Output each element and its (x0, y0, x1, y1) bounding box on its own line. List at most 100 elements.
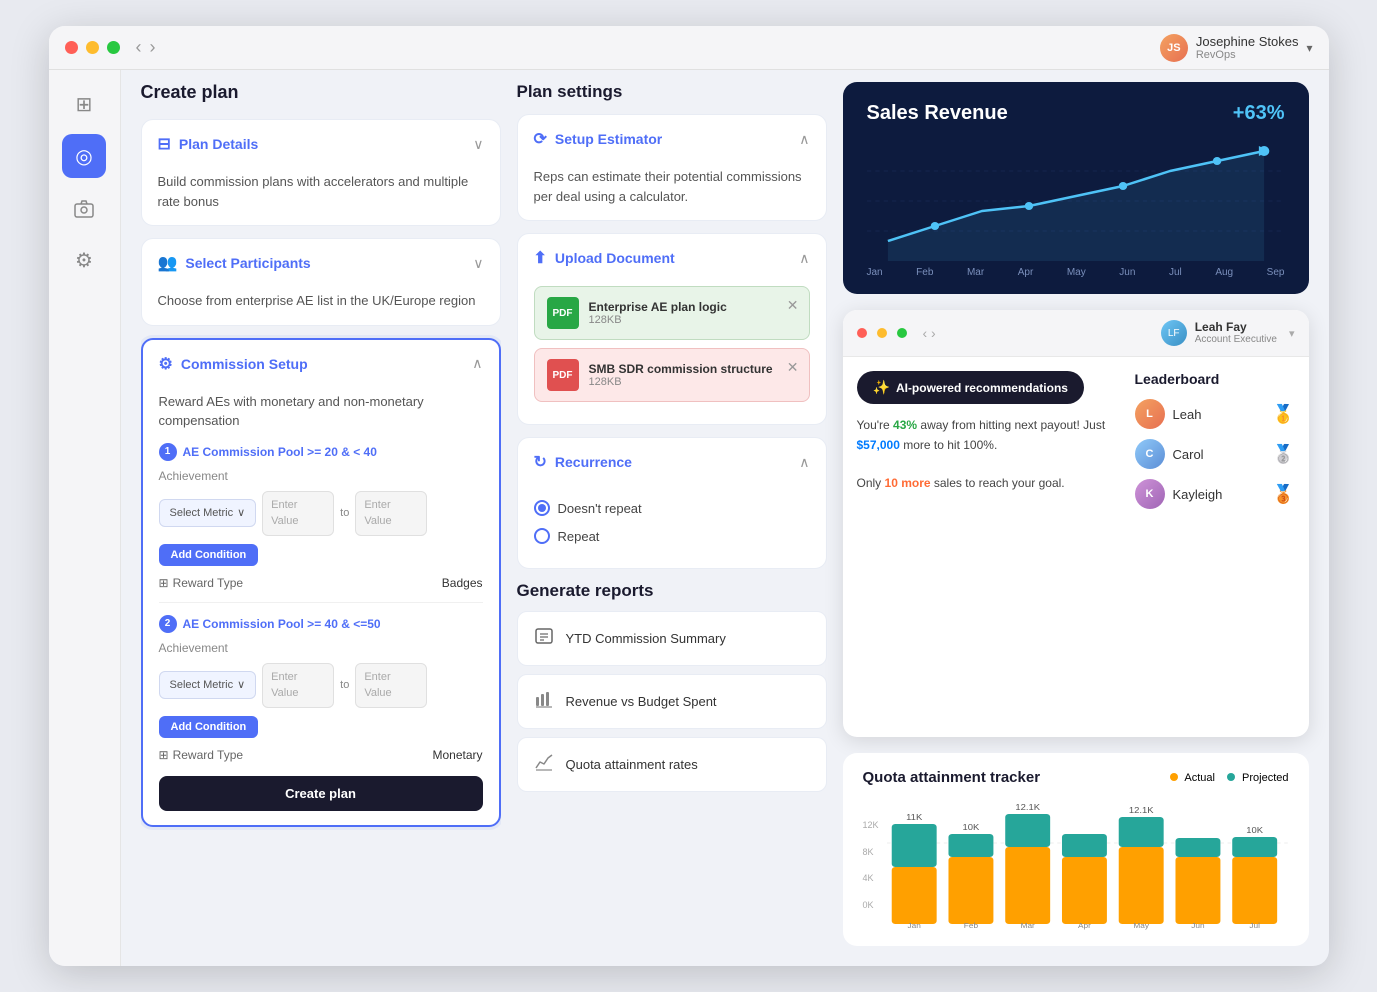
ai-btn-label: AI-powered recommendations (896, 381, 1068, 395)
leaderboard-title: Leaderboard (1135, 371, 1295, 387)
ai-percent: 43% (893, 418, 917, 432)
recurrence-header[interactable]: ↻ Recurrence ∧ (518, 438, 826, 486)
doc-item-1: PDF Enterprise AE plan logic 128KB ✕ (534, 286, 810, 340)
inner-nav[interactable]: ‹ › (923, 325, 936, 341)
leader-item-carol: C Carol 🥈 (1135, 439, 1295, 469)
enter-value-1a[interactable]: Enter Value (262, 491, 334, 536)
report-item-revenue[interactable]: Revenue vs Budget Spent (517, 674, 827, 729)
leader-badge-leah: 🥇 (1272, 404, 1294, 425)
upload-document-body: PDF Enterprise AE plan logic 128KB ✕ PDF… (518, 282, 826, 424)
add-condition-btn-2[interactable]: Add Condition (159, 716, 259, 738)
leader-avatar-kayleigh: K (1135, 479, 1165, 509)
user-menu-chevron[interactable]: ▾ (1306, 41, 1312, 55)
maximize-button[interactable] (107, 41, 120, 54)
doc-close-1[interactable]: ✕ (787, 297, 799, 314)
setup-estimator-header[interactable]: ⟳ Setup Estimator ∧ (518, 115, 826, 163)
sidebar-item-settings[interactable]: ⚙ (62, 238, 106, 282)
ai-recommendations-button[interactable]: ✨ AI-powered recommendations (857, 371, 1084, 404)
ai-leaderboard-row: ‹ › LF Leah Fay Account Executive ▾ (843, 310, 1309, 737)
enter-value-1b[interactable]: Enter Value (355, 491, 427, 536)
commission-item-1-header: 1 AE Commission Pool >= 20 & < 40 (159, 443, 483, 461)
inner-user-info: Leah Fay Account Executive (1195, 320, 1277, 346)
inner-minimize[interactable] (877, 328, 887, 338)
plan-details-header[interactable]: ⊟ Plan Details ∨ (142, 120, 500, 168)
report-item-quota[interactable]: Quota attainment rates (517, 737, 827, 792)
sales-chart-svg (867, 141, 1285, 261)
window-chrome: ‹ › JS Josephine Stokes RevOps ▾ (49, 26, 1329, 70)
sidebar-item-target[interactable]: ◎ (62, 134, 106, 178)
sidebar-item-grid[interactable]: ⊞ (62, 82, 106, 126)
create-plan-button[interactable]: Create plan (159, 776, 483, 811)
commission-item-1-number: 1 (159, 443, 177, 461)
chart-months: JanFebMarApr MayJunJulAugSep (867, 267, 1285, 278)
recurrence-icon: ↻ (534, 452, 547, 472)
user-name: Josephine Stokes (1196, 34, 1299, 49)
commission-setup-title: ⚙ Commission Setup (159, 354, 308, 374)
select-participants-card: 👥 Select Participants ∨ Choose from ente… (141, 238, 501, 326)
select-metric-1[interactable]: Select Metric ∨ (159, 499, 257, 528)
metric-dropdown-1[interactable]: ∨ (237, 505, 245, 522)
reward-row-1: ⊞ Reward Type Badges (159, 574, 483, 592)
radio-repeat[interactable]: Repeat (534, 522, 810, 550)
inner-maximize[interactable] (897, 328, 907, 338)
reward-value-2: Monetary (432, 746, 482, 764)
upload-document-title: ⬆ Upload Document (534, 248, 675, 268)
report-text-revenue: Revenue vs Budget Spent (566, 694, 717, 709)
divider-1 (159, 602, 483, 603)
radio-doesnt-repeat-circle (534, 500, 550, 516)
chart-title: Sales Revenue (867, 102, 1008, 125)
setup-estimator-body: Reps can estimate their potential commis… (518, 163, 826, 220)
radio-doesnt-repeat[interactable]: Doesn't repeat (534, 494, 810, 522)
recurrence-card: ↻ Recurrence ∧ Doesn't repeat Repeat (517, 437, 827, 569)
minimize-button[interactable] (86, 41, 99, 54)
doc-icon-2: PDF (547, 359, 579, 391)
inner-avatar: LF (1161, 320, 1187, 346)
nav-arrows[interactable]: ‹ › (136, 37, 156, 58)
enter-value-2b[interactable]: Enter Value (355, 663, 427, 708)
commission-item-1-achievement: Achievement (159, 467, 483, 485)
doc-info-2: SMB SDR commission structure 128KB (589, 362, 797, 388)
leader-name-carol: Carol (1173, 447, 1265, 462)
sidebar-item-camera[interactable] (62, 186, 106, 230)
radio-group: Doesn't repeat Repeat (534, 490, 810, 554)
close-button[interactable] (65, 41, 78, 54)
enter-value-2a[interactable]: Enter Value (262, 663, 334, 708)
quota-card: Quota attainment tracker Actual Projecte… (843, 753, 1309, 946)
ai-sales-count: 10 more (885, 476, 931, 490)
plan-details-chevron: ∨ (473, 136, 483, 153)
metric-dropdown-2[interactable]: ∨ (237, 677, 245, 694)
main-content: Create plan ⊟ Plan Details ∨ Build commi… (121, 26, 1329, 966)
doc-close-2[interactable]: ✕ (787, 359, 799, 376)
svg-text:Mar: Mar (1020, 922, 1035, 930)
select-metric-2[interactable]: Select Metric ∨ (159, 671, 257, 700)
doc-size-1: 128KB (589, 314, 797, 326)
radio-repeat-label: Repeat (558, 529, 600, 544)
back-arrow[interactable]: ‹ (136, 37, 142, 58)
commission-item-1-title: AE Commission Pool >= 20 & < 40 (183, 443, 377, 461)
forward-arrow[interactable]: › (150, 37, 156, 58)
add-condition-btn-1[interactable]: Add Condition (159, 544, 259, 566)
doc-size-2: 128KB (589, 376, 797, 388)
inner-chevron[interactable]: ▾ (1289, 327, 1295, 340)
commission-setup-header[interactable]: ⚙ Commission Setup ∧ (143, 340, 499, 388)
reward-row-2: ⊞ Reward Type Monetary (159, 746, 483, 764)
select-participants-header[interactable]: 👥 Select Participants ∨ (142, 239, 500, 287)
plan-settings-title: Plan settings (517, 82, 827, 102)
upload-document-card: ⬆ Upload Document ∧ PDF Enterprise AE pl… (517, 233, 827, 425)
reward-icon-2: ⊞ (159, 746, 169, 764)
select-participants-body: Choose from enterprise AE list in the UK… (142, 287, 500, 325)
legend-actual: Actual (1170, 772, 1215, 784)
doc-item-2: PDF SMB SDR commission structure 128KB ✕ (534, 348, 810, 402)
upload-document-header[interactable]: ⬆ Upload Document ∧ (518, 234, 826, 282)
doc-info-1: Enterprise AE plan logic 128KB (589, 300, 797, 326)
ai-content: ✨ AI-powered recommendations You're 43% … (843, 357, 1309, 533)
legend-projected: Projected (1227, 772, 1289, 784)
svg-text:Jun: Jun (1191, 922, 1204, 930)
leader-avatar-leah: L (1135, 399, 1165, 429)
window-user: JS Josephine Stokes RevOps ▾ (1160, 34, 1313, 62)
svg-text:Jul: Jul (1249, 922, 1260, 930)
right-panel: Sales Revenue +63% (843, 82, 1309, 946)
report-icon-quota (534, 752, 554, 777)
inner-close[interactable] (857, 328, 867, 338)
report-item-ytd[interactable]: YTD Commission Summary (517, 611, 827, 666)
